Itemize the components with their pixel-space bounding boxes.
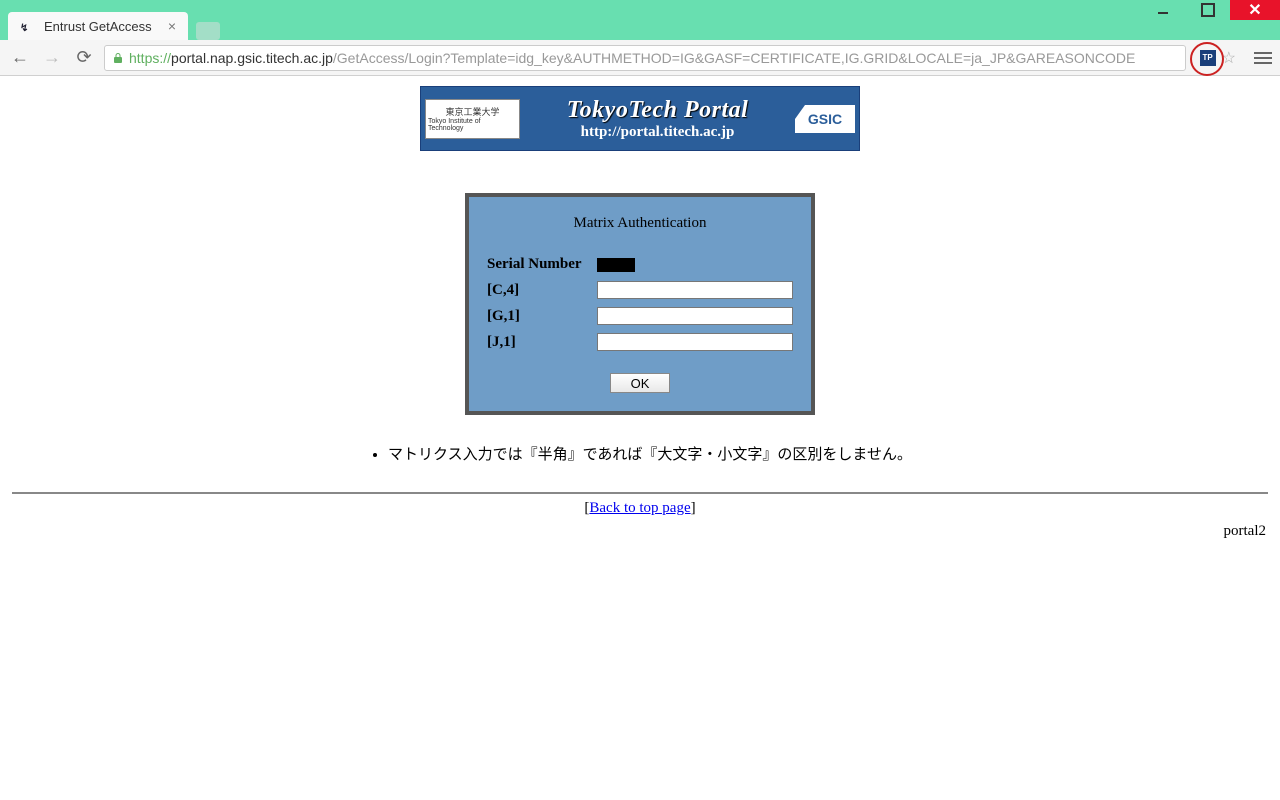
reload-button[interactable]: ⟳ [72,46,96,70]
divider [12,492,1268,494]
url-path: /GetAccess/Login?Template=idg_key&AUTHME… [333,50,1135,66]
new-tab-button[interactable] [196,22,220,40]
favicon-icon: ↯ [20,18,36,34]
extension-area: TP ☆ [1200,48,1236,68]
browser-window: ✕ ↯ Entrust GetAccess × ← → ⟳ https://po… [0,0,1280,800]
matrix-input-2[interactable] [597,307,793,325]
tab-close-icon[interactable]: × [168,18,176,34]
page-content: 東京工業大学 Tokyo Institute of Technology Tok… [0,76,1280,800]
matrix-label: [J,1] [487,334,597,351]
banner-logo-right: GSIC [795,105,855,133]
auth-title: Matrix Authentication [469,215,811,232]
maximize-button[interactable] [1185,0,1230,20]
back-link-row: [Back to top page] [0,500,1280,517]
ok-button[interactable]: OK [610,373,670,393]
hamburger-menu-icon[interactable] [1254,52,1272,64]
back-button[interactable]: ← [8,46,32,70]
banner-url: http://portal.titech.ac.jp [520,124,795,141]
matrix-row: [C,4] [469,277,811,303]
bookmark-star-icon[interactable]: ☆ [1222,48,1236,68]
auth-panel: Matrix Authentication Serial Number [C,4… [465,193,815,415]
note-list: マトリクス入力では『半角』であれば『大文字・小文字』の区別をしません。 [368,443,912,464]
tab-strip: ↯ Entrust GetAccess × [0,10,1280,40]
close-button[interactable]: ✕ [1230,0,1280,20]
matrix-row: [G,1] [469,303,811,329]
browser-tab[interactable]: ↯ Entrust GetAccess × [8,12,188,40]
url-protocol: https:// [129,50,171,66]
banner-right-text: GSIC [808,111,842,127]
note-item: マトリクス入力では『半角』であれば『大文字・小文字』の区別をしません。 [388,443,912,464]
portal-banner: 東京工業大学 Tokyo Institute of Technology Tok… [420,86,860,151]
matrix-input-1[interactable] [597,281,793,299]
forward-button[interactable]: → [40,46,64,70]
extension-icon[interactable]: TP [1200,50,1216,66]
footer-label: portal2 [0,523,1280,540]
bracket-close: ] [691,500,696,516]
serial-label: Serial Number [487,256,597,273]
tab-title: Entrust GetAccess [44,19,158,34]
toolbar: ← → ⟳ https://portal.nap.gsic.titech.ac.… [0,40,1280,76]
matrix-row: [J,1] [469,329,811,355]
minimize-button[interactable] [1140,0,1185,20]
window-controls: ✕ [1140,0,1280,20]
banner-title: TokyoTech Portal [520,97,795,124]
banner-left-bottom: Tokyo Institute of Technology [428,118,517,132]
back-to-top-link[interactable]: Back to top page [589,500,690,516]
address-bar[interactable]: https://portal.nap.gsic.titech.ac.jp/Get… [104,45,1186,71]
matrix-label: [G,1] [487,308,597,325]
lock-icon [111,51,125,65]
banner-logo-left: 東京工業大学 Tokyo Institute of Technology [425,99,520,139]
matrix-input-3[interactable] [597,333,793,351]
serial-value-redacted [597,258,635,272]
matrix-label: [C,4] [487,282,597,299]
banner-center: TokyoTech Portal http://portal.titech.ac… [520,97,795,141]
serial-row: Serial Number [469,252,811,277]
url-host: portal.nap.gsic.titech.ac.jp [171,50,333,66]
banner-left-top: 東京工業大学 [445,105,499,118]
